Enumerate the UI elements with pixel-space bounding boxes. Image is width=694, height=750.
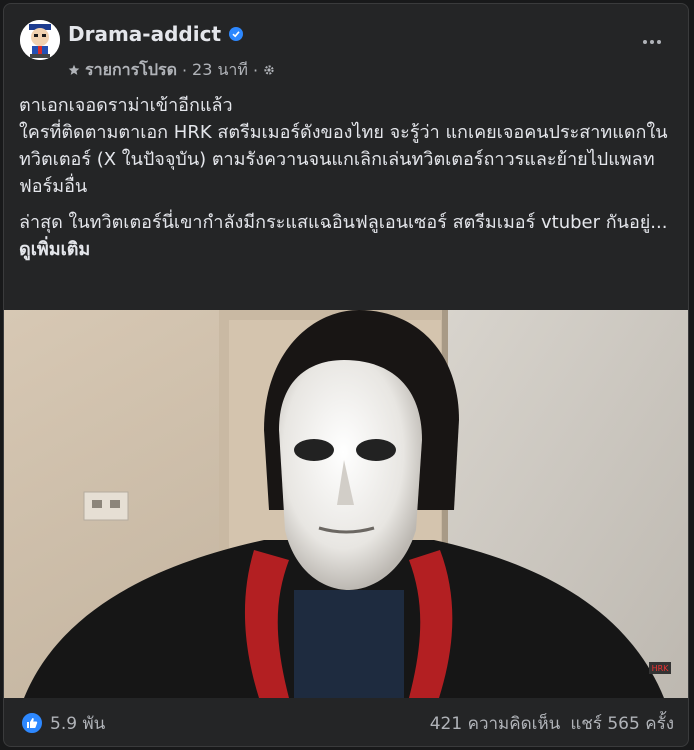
post-card: Drama-addict รายการโปรด · 23 นาที · ตาเอ… — [3, 3, 689, 747]
avatar-image — [20, 20, 60, 60]
engagement-stats: 421 ความคิดเห็น แชร์ 565 ครั้ง — [430, 710, 674, 737]
page-name-row: Drama-addict — [68, 22, 243, 46]
audience-label[interactable]: รายการโปรด — [85, 58, 177, 83]
post-paragraph-2: ล่าสุด ในทวิตเตอร์นี่เขากำลังมีกระแสแฉอิ… — [19, 209, 674, 263]
page-name[interactable]: Drama-addict — [68, 22, 221, 46]
see-more-link[interactable]: ดูเพิ่มเติม — [19, 239, 90, 260]
meta-separator-2: · — [252, 61, 259, 80]
post-footer: 5.9 พัน 421 ความคิดเห็น แชร์ 565 ครั้ง — [4, 698, 688, 746]
reactions-count[interactable]: 5.9 พัน — [50, 710, 105, 737]
comments-count[interactable]: 421 ความคิดเห็น — [430, 710, 561, 737]
post-meta: รายการโปรด · 23 นาที · — [68, 58, 275, 83]
meta-separator: · — [181, 61, 188, 80]
star-icon — [68, 61, 80, 80]
page-avatar[interactable] — [20, 20, 60, 60]
post-time[interactable]: 23 นาที — [192, 58, 248, 83]
post-photo[interactable]: HRK — [4, 310, 688, 698]
masked-person-image: HRK — [4, 310, 688, 698]
shares-count[interactable]: แชร์ 565 ครั้ง — [570, 710, 674, 737]
post-paragraph-2-text: ล่าสุด ในทวิตเตอร์นี่เขากำลังมีกระแสแฉอิ… — [19, 212, 668, 233]
gear-icon[interactable] — [263, 61, 275, 80]
more-dots-icon[interactable] — [638, 28, 666, 56]
post-paragraph-1: ตาเอกเจอดราม่าเข้าอีกแล้ว ใครที่ติดตามตา… — [19, 95, 668, 197]
verified-badge-icon — [229, 27, 243, 41]
photo-watermark: HRK — [652, 664, 670, 673]
post-header: Drama-addict รายการโปรด · 23 นาที · — [18, 18, 674, 80]
reactions-summary[interactable]: 5.9 พัน — [20, 710, 105, 737]
thumbs-up-icon — [20, 711, 44, 735]
post-body: ตาเอกเจอดราม่าเข้าอีกแล้ว ใครที่ติดตามตา… — [19, 92, 674, 263]
